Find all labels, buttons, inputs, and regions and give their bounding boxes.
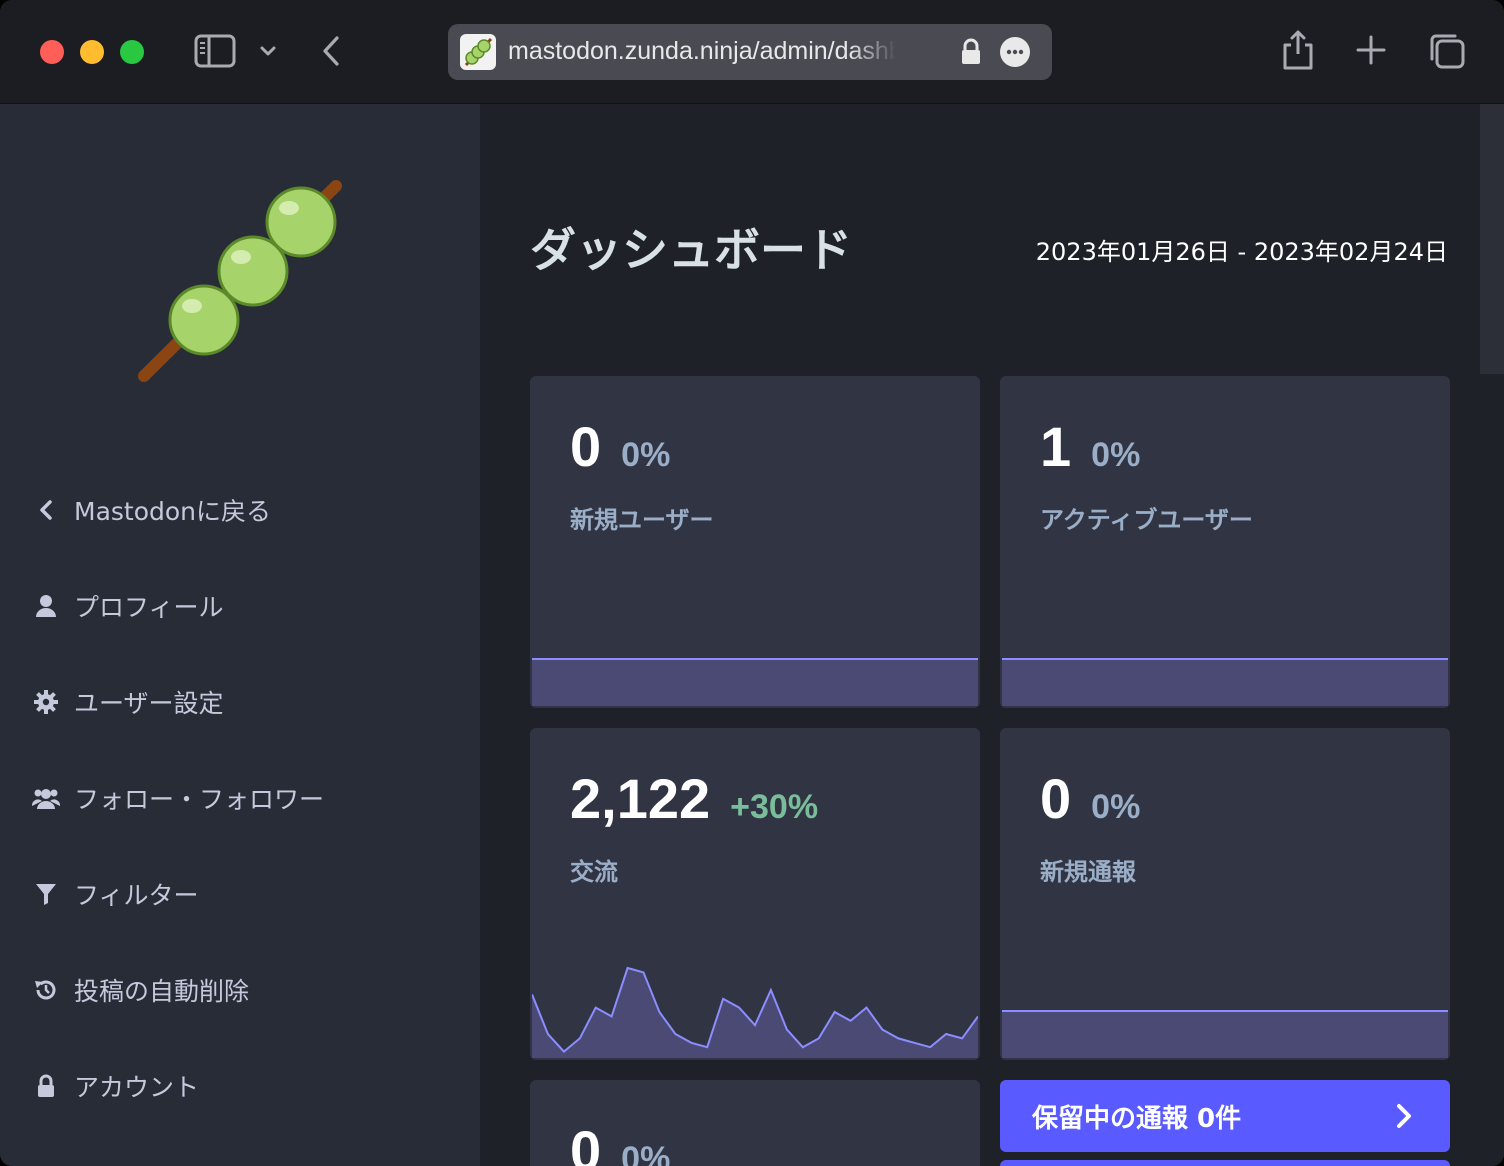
browser-window: mastodon.zunda.ninja/admin/dashboard xyxy=(0,0,1504,1166)
history-icon xyxy=(30,974,62,1006)
interactions-sparkline xyxy=(532,966,978,1058)
metric-number: 0 xyxy=(1040,767,1072,830)
pending-reports-button[interactable]: 保留中の通報 0件 xyxy=(1000,1080,1450,1152)
lock-icon xyxy=(30,1070,62,1102)
tab-overview-icon[interactable] xyxy=(1426,30,1468,72)
sparkline-area xyxy=(532,658,978,706)
metric-change: 0% xyxy=(621,436,671,474)
metric-value-row: 0 0% xyxy=(1040,766,1140,831)
sidebar-toggle-icon[interactable] xyxy=(194,34,236,68)
sparkline-area xyxy=(1002,1010,1448,1058)
metric-value-row: 0 0% xyxy=(570,414,670,479)
sidebar-item-filters[interactable]: フィルター xyxy=(30,871,450,917)
close-window-button[interactable] xyxy=(40,40,64,64)
share-icon[interactable] xyxy=(1280,28,1316,72)
metric-number: 1 xyxy=(1040,415,1072,478)
sidebar-item-label: アカウント xyxy=(74,1073,200,1102)
sidebar-item-user-settings[interactable]: ユーザー設定 xyxy=(30,679,450,725)
new-tab-icon[interactable] xyxy=(1354,32,1388,68)
dango-logo-icon[interactable] xyxy=(130,180,350,400)
browser-toolbar: mastodon.zunda.ninja/admin/dashboard xyxy=(0,0,1504,104)
metric-card-new-reports[interactable]: 0 0% 新規通報 xyxy=(1000,728,1450,1060)
metric-label: 新規ユーザー xyxy=(570,506,714,534)
address-bar[interactable]: mastodon.zunda.ninja/admin/dashboard xyxy=(448,24,1052,80)
sidebar-item-label: Mastodonに戻る xyxy=(74,497,272,526)
sidebar-item-account[interactable]: アカウント xyxy=(30,1063,450,1109)
metric-change: +30% xyxy=(730,788,819,826)
page-title: ダッシュボード xyxy=(530,223,852,277)
sidebar-item-profile[interactable]: プロフィール xyxy=(30,583,450,629)
metric-card-partial[interactable]: 0 0% xyxy=(530,1080,980,1166)
chevron-right-icon xyxy=(1390,1102,1418,1130)
pending-reports-label: 保留中の通報 0件 xyxy=(1032,1103,1242,1134)
next-action-button[interactable] xyxy=(1000,1160,1450,1166)
sidebar-item-auto-delete[interactable]: 投稿の自動削除 xyxy=(30,967,450,1013)
sparkline-area xyxy=(1002,658,1448,706)
metric-value-row: 1 0% xyxy=(1040,414,1140,479)
sparkline xyxy=(1002,658,1448,706)
metric-change: 0% xyxy=(621,1140,671,1166)
sidebar-item-label: ユーザー設定 xyxy=(74,689,224,718)
admin-sidebar: Mastodonに戻る プロフィール ユーザー設定 フォロー・フォロワー フィル xyxy=(0,104,480,1166)
sidebar-item-label: フィルター xyxy=(74,881,199,910)
metric-card-interactions[interactable]: 2,122 +30% 交流 xyxy=(530,728,980,1060)
metric-label: 交流 xyxy=(570,858,618,886)
sidebar-item-label: 投稿の自動削除 xyxy=(74,977,250,1006)
users-icon xyxy=(30,782,62,814)
filter-icon xyxy=(30,878,62,910)
chevron-down-icon[interactable] xyxy=(256,38,280,64)
sparkline-area xyxy=(532,968,978,1058)
gear-icon xyxy=(30,686,62,718)
metric-change: 0% xyxy=(1091,436,1141,474)
user-icon xyxy=(30,590,62,622)
url-text[interactable]: mastodon.zunda.ninja/admin/dashboard xyxy=(508,37,896,67)
more-options-icon[interactable] xyxy=(1000,37,1030,67)
lock-icon xyxy=(956,36,986,68)
scrollbar-thumb[interactable] xyxy=(1480,104,1504,374)
metric-value-row: 0 0% xyxy=(570,1118,670,1166)
back-icon[interactable] xyxy=(316,32,346,70)
metric-number: 0 xyxy=(570,1119,602,1166)
zoom-window-button[interactable] xyxy=(120,40,144,64)
metric-label: アクティブユーザー xyxy=(1040,506,1253,534)
minimize-window-button[interactable] xyxy=(80,40,104,64)
sidebar-item-follows[interactable]: フォロー・フォロワー xyxy=(30,775,450,821)
metric-number: 2,122 xyxy=(570,767,711,830)
metric-card-active-users[interactable]: 1 0% アクティブユーザー xyxy=(1000,376,1450,708)
sidebar-item-label: プロフィール xyxy=(74,593,224,622)
metric-value-row: 2,122 +30% xyxy=(570,766,818,831)
sidebar-item-label: フォロー・フォロワー xyxy=(74,785,325,814)
sidebar-item-back-to-mastodon[interactable]: Mastodonに戻る xyxy=(30,487,450,533)
metric-change: 0% xyxy=(1091,788,1141,826)
metric-number: 0 xyxy=(570,415,602,478)
sparkline xyxy=(532,658,978,706)
metric-label: 新規通報 xyxy=(1040,858,1136,886)
metric-card-new-users[interactable]: 0 0% 新規ユーザー xyxy=(530,376,980,708)
date-range: 2023年01月26日 - 2023年02月24日 xyxy=(1035,238,1448,266)
chevron-left-icon xyxy=(30,494,62,526)
site-favicon xyxy=(460,34,496,70)
sparkline xyxy=(1002,1010,1448,1058)
